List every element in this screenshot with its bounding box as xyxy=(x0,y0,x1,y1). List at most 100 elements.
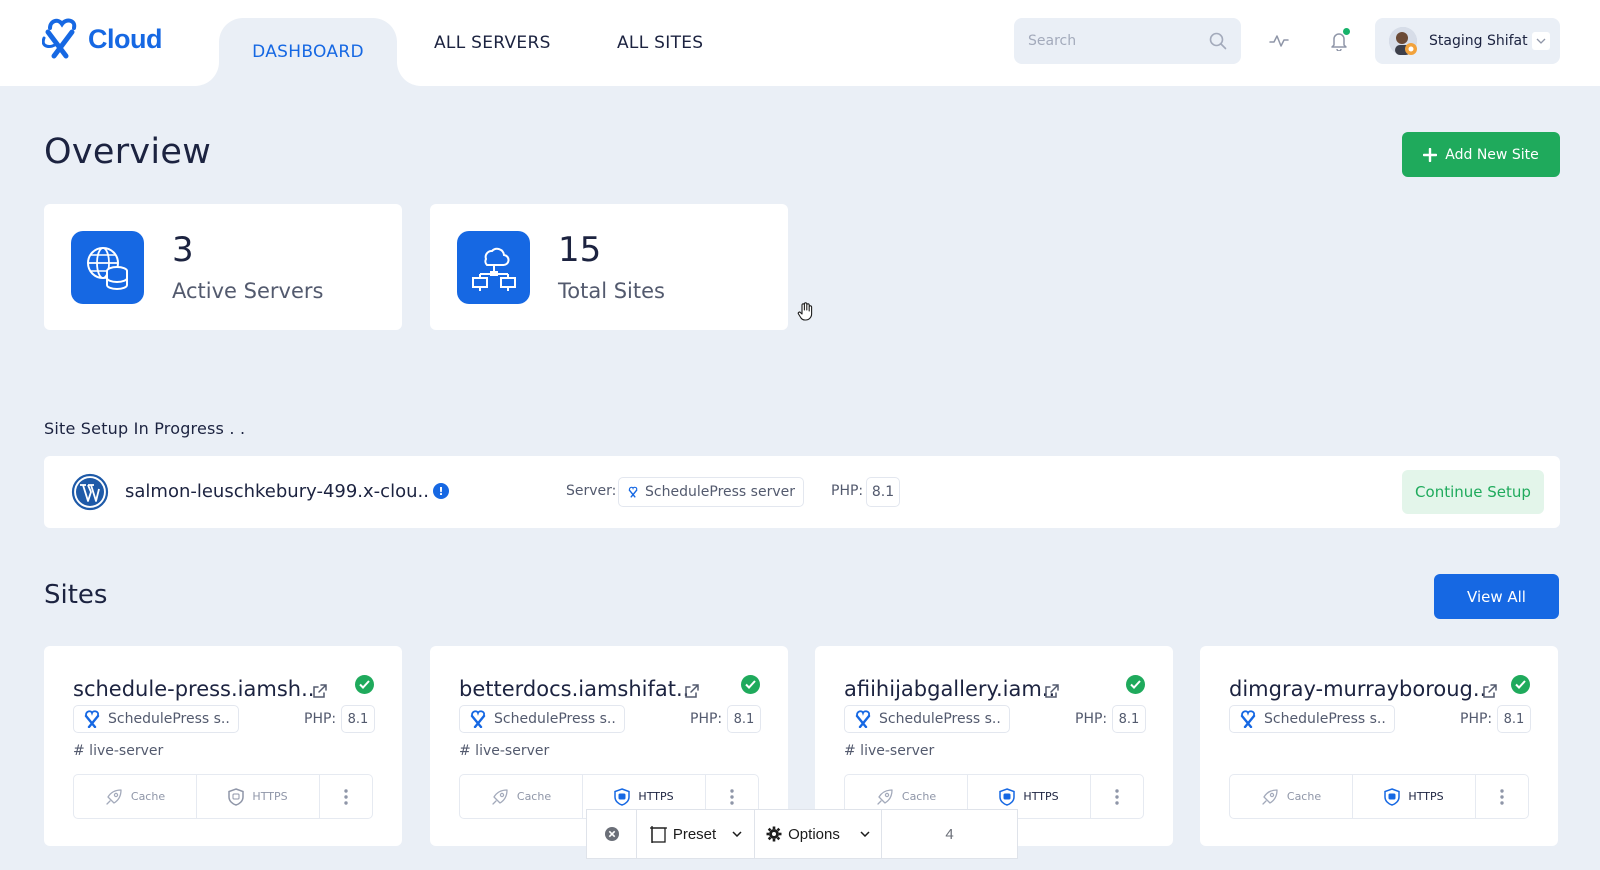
server-chip[interactable]: SchedulePress s.. xyxy=(73,705,239,733)
floating-toolbar: Preset Options 4 xyxy=(586,809,1018,859)
top-navigation-bar: Cloud DASHBOARD ALL SERVERS ALL SITES St… xyxy=(0,0,1600,86)
close-icon[interactable] xyxy=(587,810,637,858)
server-name: SchedulePress s.. xyxy=(108,711,230,727)
stat-card-active-servers: 3 Active Servers xyxy=(44,204,402,330)
php-version-chip: 8.1 xyxy=(341,705,375,733)
site-name[interactable]: schedule-press.iamsh.. xyxy=(73,677,314,701)
server-logo-icon xyxy=(470,710,486,728)
https-button[interactable]: HTTPS xyxy=(1353,775,1476,818)
total-sites-count: 15 xyxy=(558,230,602,270)
user-menu[interactable]: Staging Shifat xyxy=(1375,18,1560,64)
site-card[interactable]: dimgray-murrayboroug.. SchedulePress s..… xyxy=(1200,646,1558,846)
external-link-icon[interactable] xyxy=(1482,683,1498,699)
hand-cursor-icon xyxy=(797,302,813,321)
cache-button[interactable]: Cache xyxy=(74,775,197,818)
php-version-chip: 8.1 xyxy=(1112,705,1146,733)
activity-icon[interactable] xyxy=(1266,28,1292,54)
info-icon[interactable]: ! xyxy=(433,483,449,499)
nav-tab-dashboard[interactable]: DASHBOARD xyxy=(219,18,397,86)
server-logo-icon xyxy=(84,710,100,728)
value-field[interactable]: 4 xyxy=(882,810,1017,858)
site-tag[interactable]: # live-server xyxy=(844,743,934,759)
chevron-down-icon[interactable] xyxy=(1532,32,1550,50)
site-card[interactable]: schedule-press.iamsh.. SchedulePress s..… xyxy=(44,646,402,846)
view-all-button[interactable]: View All xyxy=(1434,574,1559,619)
add-new-site-button[interactable]: Add New Site xyxy=(1402,132,1560,177)
site-name[interactable]: dimgray-murrayboroug.. xyxy=(1229,677,1486,701)
nav-tab-all-sites[interactable]: ALL SITES xyxy=(617,0,703,86)
site-name[interactable]: afiihijabgallery.iam.. xyxy=(844,677,1055,701)
server-chip[interactable]: SchedulePress server xyxy=(618,477,804,507)
site-actions: Cache HTTPS xyxy=(1229,774,1529,819)
server-logo-icon xyxy=(855,710,871,728)
add-new-site-label: Add New Site xyxy=(1445,146,1539,163)
https-label: HTTPS xyxy=(638,790,674,803)
page-title: Overview xyxy=(44,132,212,172)
server-chip[interactable]: SchedulePress s.. xyxy=(459,705,625,733)
status-check-icon xyxy=(1511,675,1530,694)
logo[interactable]: Cloud xyxy=(42,18,162,60)
external-link-icon[interactable] xyxy=(684,683,700,699)
php-label: PHP: xyxy=(1460,711,1493,727)
search-input[interactable] xyxy=(1028,33,1209,49)
sites-section-title: Sites xyxy=(44,580,108,610)
options-dropdown[interactable]: Options xyxy=(755,810,882,858)
https-label: HTTPS xyxy=(1408,790,1444,803)
cache-button[interactable]: Cache xyxy=(460,775,583,818)
https-label: HTTPS xyxy=(1023,790,1059,803)
shield-icon xyxy=(228,787,245,806)
server-chip[interactable]: SchedulePress s.. xyxy=(1229,705,1395,733)
setup-site-name[interactable]: salmon-leuschkebury-499.x-clou.. xyxy=(125,481,429,502)
cloud-logo-icon xyxy=(42,18,77,59)
site-actions: Cache HTTPS xyxy=(73,774,373,819)
https-button[interactable]: HTTPS xyxy=(197,775,320,818)
php-label: PHP: xyxy=(831,483,864,499)
server-chip[interactable]: SchedulePress s.. xyxy=(844,705,1010,733)
options-label: Options xyxy=(788,825,840,843)
globe-database-icon xyxy=(71,231,144,304)
rocket-icon xyxy=(492,788,508,805)
rocket-icon xyxy=(877,788,893,805)
server-logo-icon xyxy=(1240,710,1256,728)
more-options-icon[interactable] xyxy=(1476,775,1528,818)
notification-bell-icon[interactable] xyxy=(1326,28,1352,54)
search-box xyxy=(1014,18,1241,64)
preset-dropdown[interactable]: Preset xyxy=(637,810,755,858)
server-name: SchedulePress s.. xyxy=(1264,711,1386,727)
php-version-chip: 8.1 xyxy=(1497,705,1531,733)
search-icon[interactable] xyxy=(1209,32,1227,50)
https-label: HTTPS xyxy=(252,790,288,803)
php-label: PHP: xyxy=(304,711,337,727)
user-name: Staging Shifat xyxy=(1429,33,1528,49)
setup-section-label: Site Setup In Progress . . xyxy=(44,419,246,438)
chevron-down-icon xyxy=(860,831,870,837)
server-label: Server: xyxy=(566,483,617,499)
active-servers-count: 3 xyxy=(172,230,194,270)
site-tag[interactable]: # live-server xyxy=(459,743,549,759)
external-link-icon[interactable] xyxy=(312,683,328,699)
notification-dot xyxy=(1343,28,1350,35)
more-options-icon[interactable] xyxy=(1091,775,1143,818)
cache-button[interactable]: Cache xyxy=(1230,775,1353,818)
rocket-icon xyxy=(1262,788,1278,805)
more-options-icon[interactable] xyxy=(320,775,372,818)
frame-icon xyxy=(649,826,667,843)
total-sites-label: Total Sites xyxy=(558,279,665,303)
plus-icon xyxy=(1423,147,1438,162)
logo-text: Cloud xyxy=(88,23,162,54)
external-link-icon[interactable] xyxy=(1044,683,1060,699)
php-label: PHP: xyxy=(690,711,723,727)
continue-setup-button[interactable]: Continue Setup xyxy=(1402,470,1544,514)
status-check-icon xyxy=(1126,675,1145,694)
php-version-chip: 8.1 xyxy=(866,477,900,507)
server-name: SchedulePress s.. xyxy=(879,711,1001,727)
nav-tab-all-servers[interactable]: ALL SERVERS xyxy=(434,0,551,86)
shield-icon xyxy=(999,787,1016,806)
site-name[interactable]: betterdocs.iamshifat.. xyxy=(459,677,689,701)
wordpress-icon xyxy=(71,473,109,511)
rocket-icon xyxy=(106,788,122,805)
setup-in-progress-row: salmon-leuschkebury-499.x-clou.. ! Serve… xyxy=(44,456,1560,528)
php-label: PHP: xyxy=(1075,711,1108,727)
site-tag[interactable]: # live-server xyxy=(73,743,163,759)
server-name: SchedulePress s.. xyxy=(494,711,616,727)
